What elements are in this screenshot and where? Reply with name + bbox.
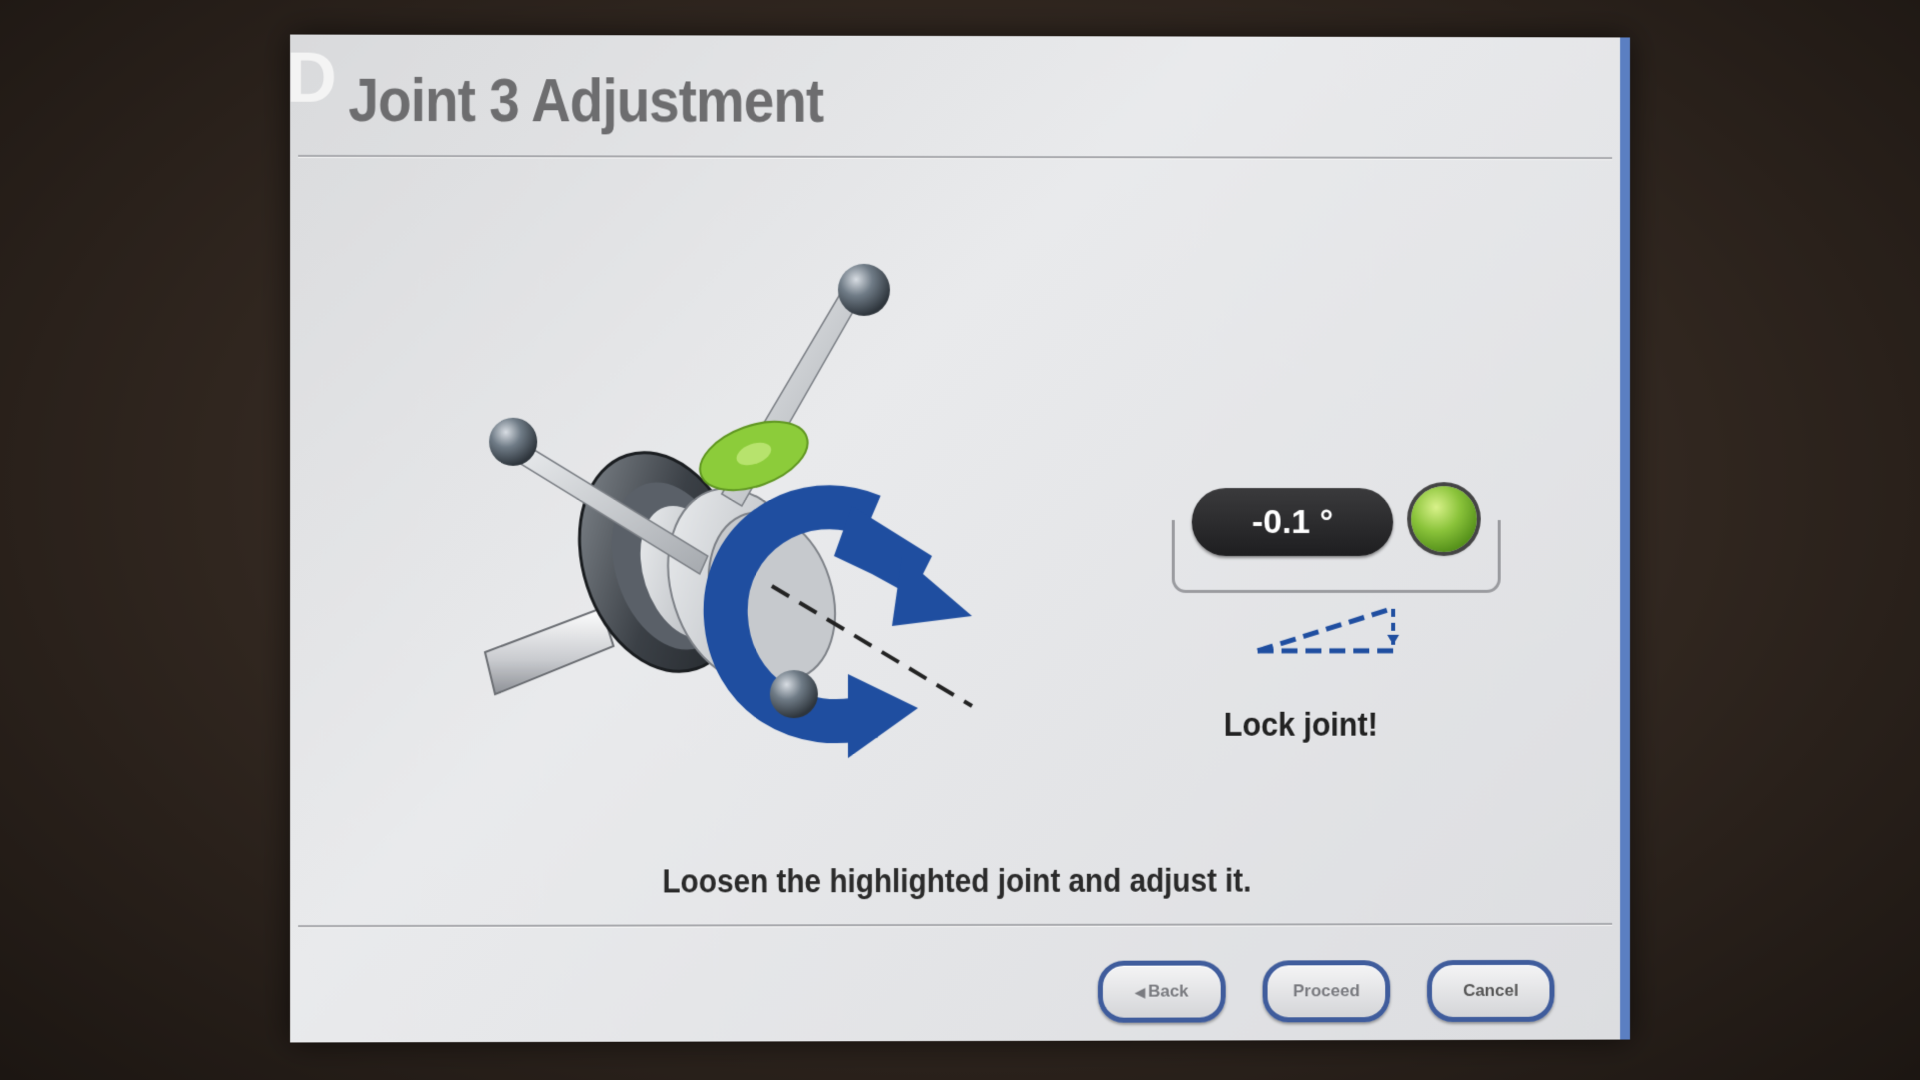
lock-joint-status: Lock joint! — [1223, 705, 1378, 744]
proceed-button[interactable]: Proceed — [1262, 960, 1391, 1023]
angle-readout-panel: -0.1 ° — [1171, 476, 1501, 676]
footer-divider — [298, 922, 1613, 928]
angle-slope-icon — [1252, 601, 1411, 661]
back-button-label: Back — [1148, 981, 1189, 1001]
back-button[interactable]: ◀ Back — [1097, 960, 1226, 1023]
instruction-label: Loosen the highlighted joint and adjust … — [662, 861, 1252, 900]
marker-ball-bottom — [769, 669, 818, 718]
cancel-button[interactable]: Cancel — [1427, 959, 1555, 1023]
instruction-text: Loosen the highlighted joint and adjust … — [290, 861, 1620, 901]
cancel-button-label: Cancel — [1462, 980, 1519, 1000]
status-indicator-icon — [1411, 486, 1477, 552]
adjustment-screen: D Joint 3 Adjustment -0.1 ° Lock joint! … — [290, 34, 1631, 1043]
corner-letter: D — [290, 38, 337, 117]
left-triangle-icon: ◀ — [1135, 984, 1146, 1000]
proceed-button-label: Proceed — [1292, 981, 1360, 1001]
angle-readout: -0.1 ° — [1191, 488, 1394, 556]
joint-illustration — [471, 263, 974, 758]
header-divider — [298, 154, 1613, 160]
rod-shaft — [485, 608, 613, 694]
page-title: Joint 3 Adjustment — [348, 65, 824, 136]
